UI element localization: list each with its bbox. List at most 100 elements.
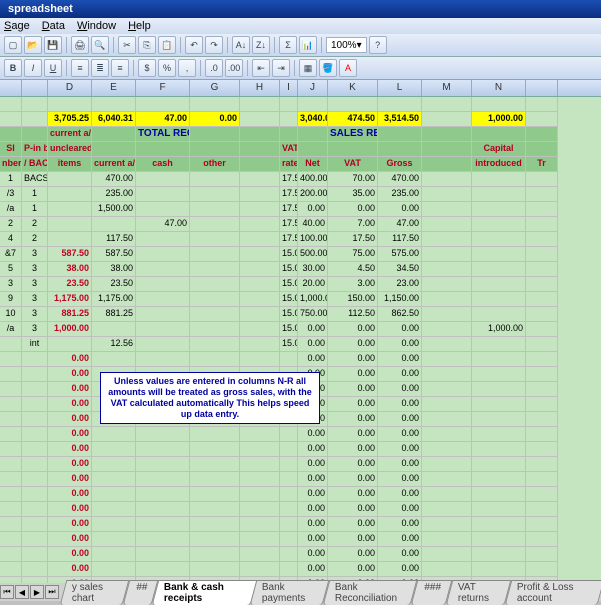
cell[interactable]	[0, 97, 22, 112]
uncleared-zero[interactable]: 0.00	[48, 487, 92, 502]
cell[interactable]	[92, 532, 136, 547]
uncleared-zero[interactable]: 0.00	[48, 412, 92, 427]
cell[interactable]	[328, 97, 378, 112]
col-header[interactable]: F	[136, 80, 190, 96]
zoom-selector[interactable]: 100% ▾	[326, 37, 367, 53]
col-header[interactable]: H	[240, 80, 280, 96]
si-number[interactable]: 9	[0, 292, 22, 307]
si-number[interactable]: 4	[0, 232, 22, 247]
uncleared-zero[interactable]: 0.00	[48, 442, 92, 457]
cell[interactable]	[92, 502, 136, 517]
hdr-vat-rate[interactable]: VAT	[280, 142, 298, 157]
net-zero[interactable]: 0.00	[298, 442, 328, 457]
si-number[interactable]: 10	[0, 307, 22, 322]
copy-icon[interactable]: ⎘	[138, 36, 156, 54]
cell[interactable]	[472, 352, 526, 367]
cell[interactable]	[240, 142, 280, 157]
bacs[interactable]: 2	[22, 232, 48, 247]
cell[interactable]	[190, 562, 240, 577]
cash-value[interactable]: 47.00	[136, 217, 190, 232]
gross-zero[interactable]: 0.00	[378, 472, 422, 487]
cell[interactable]	[240, 352, 280, 367]
cell[interactable]	[526, 142, 558, 157]
total-gross[interactable]: 3,514.50	[378, 112, 422, 127]
cell[interactable]	[280, 442, 298, 457]
current-ac-value[interactable]: 881.25	[92, 307, 136, 322]
bacs[interactable]: 2	[22, 217, 48, 232]
sum-icon[interactable]: Σ	[279, 36, 297, 54]
cell[interactable]	[280, 562, 298, 577]
cell[interactable]	[298, 127, 328, 142]
cell[interactable]	[240, 517, 280, 532]
uncleared-zero[interactable]: 0.00	[48, 352, 92, 367]
current-ac-value[interactable]: 235.00	[92, 187, 136, 202]
total-current[interactable]: 6,040.31	[92, 112, 136, 127]
cell[interactable]	[472, 502, 526, 517]
cell[interactable]	[240, 97, 280, 112]
cell[interactable]	[328, 142, 378, 157]
cell[interactable]	[526, 472, 558, 487]
cell[interactable]	[136, 142, 190, 157]
bacs[interactable]: 1	[22, 202, 48, 217]
cell[interactable]	[92, 472, 136, 487]
uncleared-zero[interactable]: 0.00	[48, 547, 92, 562]
uncleared-value[interactable]: 1,000.00	[48, 322, 92, 337]
cell[interactable]	[422, 307, 472, 322]
cell[interactable]	[22, 502, 48, 517]
gross-value[interactable]: 0.00	[378, 322, 422, 337]
cash-value[interactable]	[136, 292, 190, 307]
col-header[interactable]	[0, 80, 22, 96]
cell[interactable]	[526, 382, 558, 397]
vat-zero[interactable]: 0.00	[328, 532, 378, 547]
cell[interactable]	[240, 157, 280, 172]
gross-zero[interactable]: 0.00	[378, 532, 422, 547]
cell[interactable]	[92, 442, 136, 457]
cell[interactable]	[422, 232, 472, 247]
cell[interactable]	[526, 262, 558, 277]
cell[interactable]	[422, 277, 472, 292]
other-value[interactable]	[190, 277, 240, 292]
net-zero[interactable]: 0.00	[298, 502, 328, 517]
total-capital[interactable]: 1,000.00	[472, 112, 526, 127]
cell[interactable]	[526, 427, 558, 442]
gross-zero[interactable]: 0.00	[378, 382, 422, 397]
cell[interactable]	[0, 397, 22, 412]
cell[interactable]	[526, 337, 558, 352]
cell[interactable]	[240, 502, 280, 517]
open-icon[interactable]: 📂	[24, 36, 42, 54]
cell[interactable]	[526, 487, 558, 502]
cell[interactable]	[240, 337, 280, 352]
cell[interactable]	[0, 472, 22, 487]
other-value[interactable]	[190, 307, 240, 322]
cell[interactable]	[280, 127, 298, 142]
cell[interactable]	[240, 442, 280, 457]
outdent-icon[interactable]: ⇥	[272, 59, 290, 77]
cell[interactable]	[48, 97, 92, 112]
cell[interactable]	[190, 127, 240, 142]
col-header[interactable]: D	[48, 80, 92, 96]
col-header[interactable]: E	[92, 80, 136, 96]
cell[interactable]	[472, 487, 526, 502]
cell[interactable]	[422, 487, 472, 502]
uncleared-value[interactable]: 23.50	[48, 277, 92, 292]
cell[interactable]	[422, 157, 472, 172]
cell[interactable]	[240, 217, 280, 232]
other-value[interactable]	[190, 292, 240, 307]
cell[interactable]	[526, 412, 558, 427]
other-value[interactable]	[190, 217, 240, 232]
current-ac-value[interactable]	[92, 322, 136, 337]
cell[interactable]	[22, 352, 48, 367]
cell[interactable]	[526, 502, 558, 517]
net-value[interactable]: 20.00	[298, 277, 328, 292]
gross-value[interactable]: 0.00	[378, 202, 422, 217]
cell[interactable]	[240, 472, 280, 487]
cell[interactable]	[280, 352, 298, 367]
capital-value[interactable]	[472, 202, 526, 217]
vat-zero[interactable]: 0.00	[328, 442, 378, 457]
cell[interactable]	[240, 307, 280, 322]
cell[interactable]	[472, 412, 526, 427]
vat-value[interactable]: 17.50	[328, 232, 378, 247]
cell[interactable]	[92, 97, 136, 112]
worksheet-area[interactable]: D E F G H I J K L M N 3,705.256,040.3147…	[0, 80, 601, 595]
vat-rate[interactable]: 15.0%	[280, 247, 298, 262]
